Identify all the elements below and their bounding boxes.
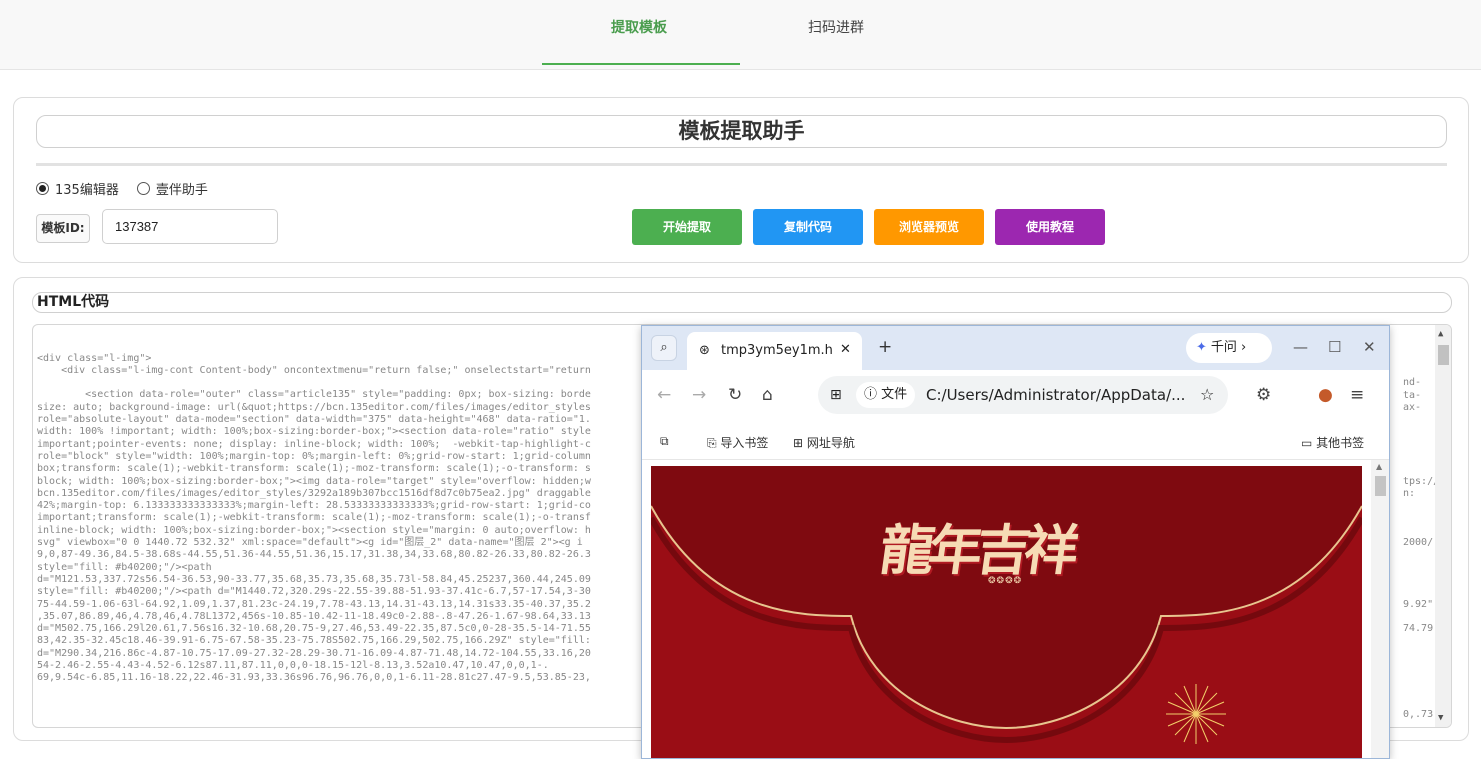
radio-135-editor-label[interactable]: 135编辑器	[55, 179, 119, 198]
maximize-icon[interactable]: ☐	[1328, 338, 1341, 356]
bookmark-star-icon[interactable]: ☆	[1200, 376, 1214, 414]
bookmark-nav-label: 网址导航	[806, 436, 855, 450]
forward-icon[interactable]: →	[692, 385, 706, 405]
page-title: 模板提取助手	[36, 115, 1447, 148]
back-icon[interactable]: ←	[657, 385, 671, 405]
firework-icon	[1166, 684, 1226, 744]
code-line-fragment: nd-	[1403, 377, 1422, 389]
seal-text-icon: ❂❂❂❂	[988, 576, 1023, 586]
bookmark-panel-icon[interactable]: ⧉	[660, 434, 669, 449]
scroll-up-icon[interactable]: ▲	[1438, 328, 1443, 340]
bookmarks-bar: ⧉ ⎘ 导入书签 ⊞ 网址导航 ▭ 其他书签	[642, 422, 1389, 460]
top-nav: 提取模板 扫码进群	[0, 0, 1481, 70]
template-id-input[interactable]: 137387	[102, 209, 278, 244]
code-line-fragment: ax-	[1403, 401, 1422, 413]
code-scrollbar[interactable]: ▲ ▼	[1435, 325, 1451, 727]
new-tab-icon[interactable]: +	[878, 337, 892, 357]
tab-extract-template[interactable]: 提取模板	[611, 17, 667, 37]
extractor-panel: 模板提取助手 135编辑器 壹伴助手 模板ID: 137387 开始提取 复制代…	[13, 97, 1469, 263]
copy-code-button[interactable]: 复制代码	[753, 209, 863, 245]
browser-toolbar: ← → ↻ ⌂ ⊞ ⓘ 文件 C:/Users/Administrator/Ap…	[642, 370, 1389, 422]
editor-radio-group: 135编辑器 壹伴助手	[36, 179, 226, 198]
address-bar[interactable]: ⊞ ⓘ 文件 C:/Users/Administrator/AppData/..…	[818, 376, 1228, 414]
divider	[36, 163, 1447, 166]
active-tab-indicator	[542, 63, 740, 65]
browser-window: ⌕ ⊛ tmp3ym5ey1m.h ✕ + ✦ 千问 › — ☐ ✕ ← → ↻ …	[641, 325, 1390, 759]
scroll-down-icon[interactable]: ▼	[1438, 712, 1443, 724]
preview-page: 龍年吉祥 ❂❂❂❂	[651, 466, 1362, 758]
tab-search-icon[interactable]: ⌕	[651, 335, 677, 361]
preview-scrollbar[interactable]: ▲	[1371, 460, 1389, 758]
radio-yiban-helper[interactable]	[136, 182, 150, 195]
browser-preview-button[interactable]: 浏览器预览	[874, 209, 984, 245]
minimize-icon[interactable]: —	[1293, 338, 1308, 356]
bookmark-import-label: 导入书签	[720, 436, 769, 450]
browser-tab[interactable]: ⊛ tmp3ym5ey1m.h ✕	[687, 332, 862, 370]
bookmark-import[interactable]: ⎘ 导入书签	[707, 434, 768, 451]
qianwen-button[interactable]: ✦ 千问 ›	[1186, 333, 1272, 363]
bookmark-nav[interactable]: ⊞ 网址导航	[793, 434, 855, 451]
code-line-fragment: tps://	[1403, 475, 1440, 487]
file-badge[interactable]: ⓘ 文件	[856, 382, 916, 408]
code-line-fragment: 9.92"	[1403, 598, 1434, 610]
code-line-fragment: 74.79	[1403, 623, 1434, 635]
menu-icon[interactable]: ≡	[1350, 385, 1364, 405]
preview-scroll-up-icon[interactable]: ▲	[1376, 462, 1382, 471]
tutorial-button[interactable]: 使用教程	[995, 209, 1105, 245]
radio-yiban-helper-label[interactable]: 壹伴助手	[156, 179, 208, 198]
extensions-icon[interactable]: ⚙	[1256, 385, 1271, 405]
scroll-thumb[interactable]	[1438, 345, 1449, 365]
code-line-fragment: ta-	[1403, 389, 1422, 401]
home-icon[interactable]: ⌂	[762, 385, 773, 405]
other-bookmarks-label: 其他书签	[1316, 436, 1365, 450]
tab-close-icon[interactable]: ✕	[840, 342, 851, 357]
preview-scroll-thumb[interactable]	[1375, 476, 1386, 496]
code-line-fragment: 0,.73	[1403, 709, 1434, 721]
browser-tab-title: tmp3ym5ey1m.h	[721, 343, 833, 358]
reload-icon[interactable]: ↻	[728, 385, 742, 405]
template-id-label: 模板ID:	[36, 214, 90, 243]
apps-grid-icon[interactable]: ⊞	[830, 376, 842, 414]
page-favicon-icon: ⊛	[699, 343, 710, 358]
url-text[interactable]: C:/Users/Administrator/AppData/...	[926, 376, 1185, 414]
code-line-fragment: n:	[1403, 487, 1416, 499]
html-code-label: HTML代码	[32, 292, 1452, 313]
longnian-jixiang-logo: 龍年吉祥	[875, 518, 1077, 582]
qianwen-label: 千问 ›	[1210, 340, 1247, 355]
browser-tab-bar: ⌕ ⊛ tmp3ym5ey1m.h ✕ + ✦ 千问 › — ☐ ✕	[642, 326, 1389, 370]
profile-avatar-icon[interactable]: ●	[1318, 385, 1333, 405]
start-extract-button[interactable]: 开始提取	[632, 209, 742, 245]
other-bookmarks[interactable]: ▭ 其他书签	[1301, 434, 1364, 451]
code-line-fragment: 2000/	[1403, 537, 1434, 549]
radio-135-editor[interactable]	[36, 182, 49, 195]
tab-scan-join-group[interactable]: 扫码进群	[808, 17, 864, 37]
qianwen-star-icon: ✦	[1196, 340, 1207, 355]
close-window-icon[interactable]: ✕	[1363, 338, 1376, 356]
